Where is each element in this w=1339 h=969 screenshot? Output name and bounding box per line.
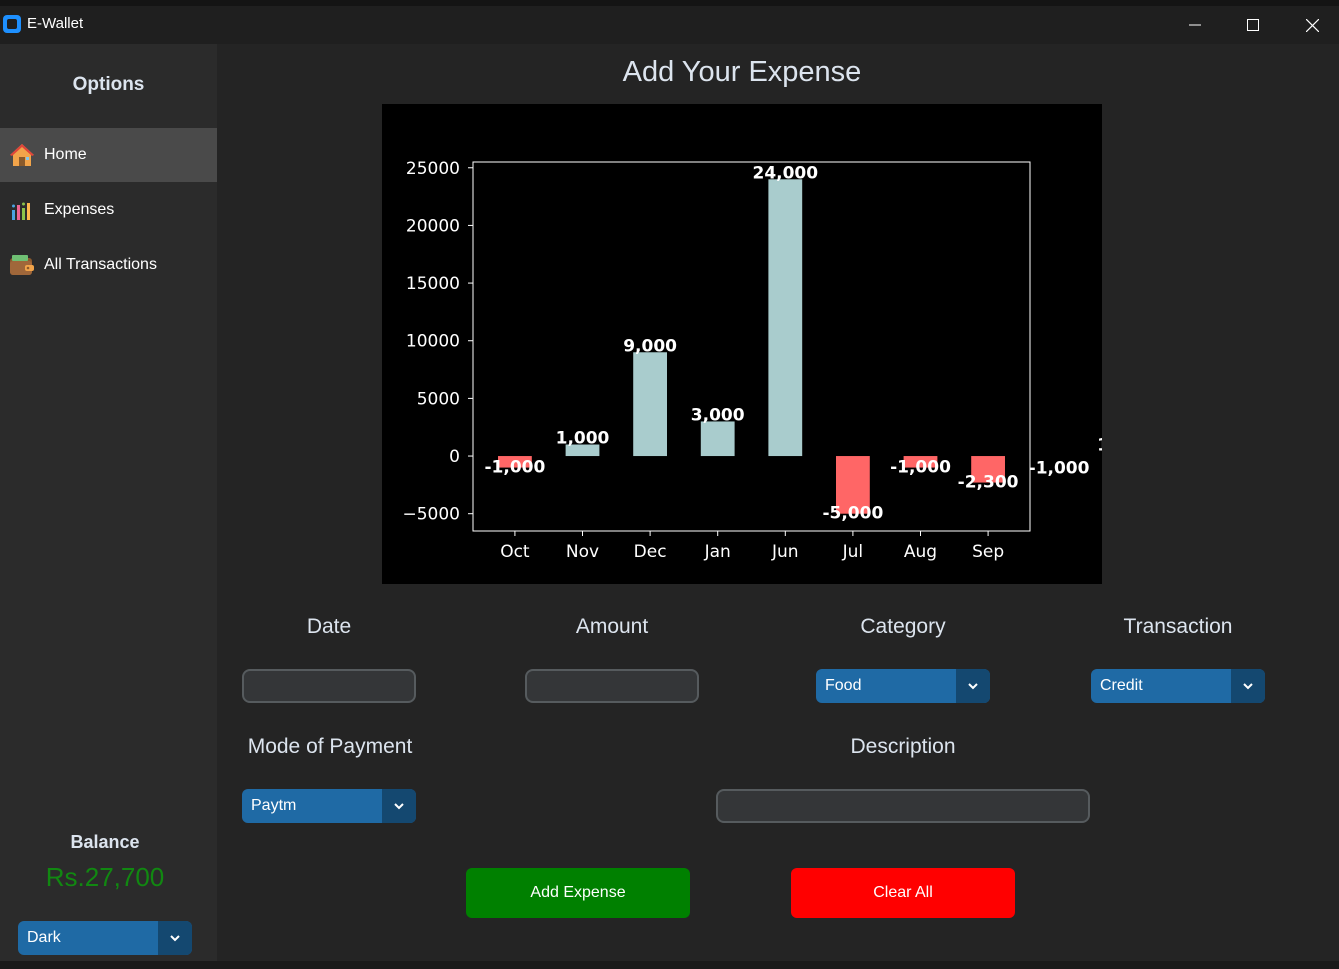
x-tick-label: Jan: [704, 542, 731, 562]
balance-value: Rs.27,700: [45, 862, 165, 892]
y-tick-label: 15000: [406, 274, 460, 294]
sidebar-item-label: All Transactions: [44, 256, 157, 273]
description-input[interactable]: [716, 789, 1090, 823]
wallet-icon: [8, 251, 36, 279]
chart-bar: [633, 352, 668, 457]
extra-data-label: -1,000: [1029, 459, 1090, 479]
chevron-down-icon[interactable]: [382, 789, 416, 823]
extra-data-label: 1: [1097, 436, 1102, 456]
page-title: Add Your Expense: [622, 56, 862, 88]
x-tick-label: Jun: [771, 542, 799, 562]
bar-data-label: 9,000: [623, 336, 677, 356]
y-tick-label: 10000: [406, 332, 460, 352]
amount-label: Amount: [575, 615, 649, 638]
mode-of-payment-select[interactable]: Paytm: [242, 789, 416, 823]
title-bar: E-Wallet: [0, 0, 1339, 44]
chart-canvas: −5000 0 5000 10000 15000 20000 25000 Oct Nov Dec J…: [402, 159, 1102, 562]
transaction-label: Transaction: [1123, 615, 1233, 638]
bar-chart-icon: [8, 196, 36, 224]
x-tick-label: Dec: [634, 542, 667, 562]
category-select-value: Food: [825, 677, 862, 694]
mode-of-payment-select-value: Paytm: [251, 797, 297, 814]
transaction-select-value: Credit: [1100, 677, 1143, 694]
close-button[interactable]: [1283, 6, 1339, 44]
add-expense-button[interactable]: Add Expense: [466, 868, 690, 918]
theme-select[interactable]: Dark: [18, 921, 192, 955]
house-icon: [8, 141, 36, 169]
date-input[interactable]: [242, 669, 416, 703]
monthly-balance-chart: −5000 0 5000 10000 15000 20000 25000 Oct Nov Dec J…: [382, 104, 1102, 584]
y-tick-label: −5000: [402, 505, 460, 525]
bar-data-label: -2,300: [958, 473, 1019, 493]
maximize-icon: [1247, 19, 1259, 31]
category-label: Category: [860, 615, 946, 638]
bar-data-label: -1,000: [484, 458, 545, 478]
bar-data-label: -1,000: [890, 458, 951, 478]
category-select[interactable]: Food: [816, 669, 990, 703]
chevron-down-icon[interactable]: [1231, 669, 1265, 703]
description-label: Description: [850, 735, 956, 758]
x-tick-label: Nov: [566, 542, 599, 562]
y-tick-label: 25000: [406, 159, 460, 179]
bar-data-label: 1,000: [556, 429, 610, 449]
sidebar-item-label: Home: [44, 146, 87, 163]
y-tick-label: 5000: [417, 389, 460, 409]
app-logo-icon: [3, 15, 21, 33]
x-tick-label: Aug: [904, 542, 937, 562]
bottom-edge: [0, 961, 1339, 969]
chart-bar: [768, 179, 803, 457]
minimize-button[interactable]: [1166, 6, 1224, 44]
sidebar: Options Home Expenses All Transactions B…: [0, 44, 217, 961]
chevron-down-icon[interactable]: [956, 669, 990, 703]
mode-of-payment-label: Mode of Payment: [247, 735, 413, 758]
date-label: Date: [306, 615, 352, 638]
sidebar-item-home[interactable]: Home: [0, 128, 217, 182]
sidebar-item-label: Expenses: [44, 201, 115, 218]
x-tick-label: Oct: [500, 542, 530, 562]
y-tick-label: 20000: [406, 216, 460, 236]
x-tick-label: Jul: [842, 542, 864, 562]
bar-data-label: 3,000: [691, 405, 745, 425]
minimize-icon: [1189, 24, 1201, 26]
bar-data-label: -5,000: [822, 504, 883, 524]
sidebar-item-expenses[interactable]: Expenses: [0, 183, 217, 237]
sidebar-item-all-transactions[interactable]: All Transactions: [0, 238, 217, 292]
transaction-select[interactable]: Credit: [1091, 669, 1265, 703]
chevron-down-icon[interactable]: [158, 921, 192, 955]
close-icon: [1305, 18, 1319, 32]
amount-input[interactable]: [525, 669, 699, 703]
y-tick-label: 0: [449, 447, 460, 467]
maximize-button[interactable]: [1224, 6, 1282, 44]
sidebar-title: Options: [72, 74, 145, 95]
bar-data-label: 24,000: [752, 163, 818, 183]
theme-select-value: Dark: [27, 929, 61, 946]
balance-label: Balance: [70, 832, 140, 852]
window-title: E-Wallet: [27, 15, 84, 32]
clear-all-button[interactable]: Clear All: [791, 868, 1015, 918]
chart-bar: [700, 421, 735, 457]
x-tick-label: Sep: [972, 542, 1004, 562]
